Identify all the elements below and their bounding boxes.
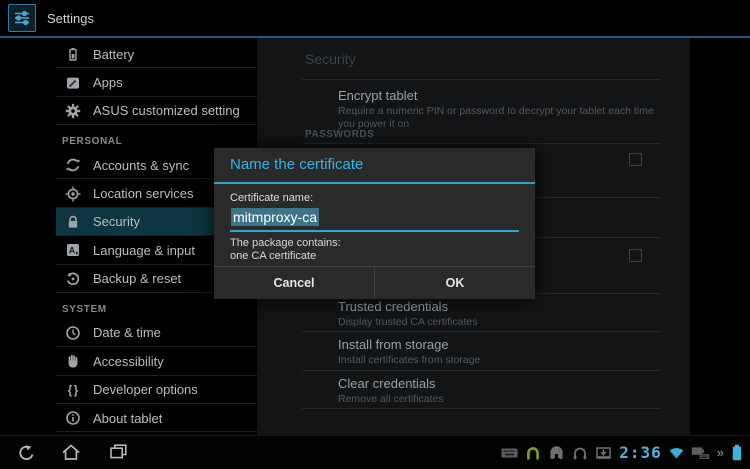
- pref-title: Trusted credentials: [338, 299, 660, 314]
- sidebar-item-label: Accounts & sync: [93, 158, 189, 173]
- dialog-title: Name the certificate: [214, 148, 535, 182]
- headset-icon: [572, 445, 588, 461]
- credential-storage-rows: Trusted credentials Display trusted CA c…: [302, 293, 660, 409]
- pref-subtitle: Install certificates from storage: [338, 354, 660, 367]
- braces-icon: { }: [64, 381, 81, 398]
- system-bar: 2:36 »: [0, 435, 750, 469]
- apps-icon: [64, 74, 81, 91]
- clock-time: 2:36: [619, 443, 662, 462]
- ok-button[interactable]: OK: [374, 267, 535, 299]
- sidebar-item-label: Apps: [93, 75, 123, 90]
- battery-icon: [64, 46, 81, 63]
- status-tray[interactable]: 2:36 »: [501, 436, 743, 469]
- headphones-icon: [548, 445, 565, 461]
- page-title: Settings: [47, 11, 94, 26]
- pref-trusted-credentials[interactable]: Trusted credentials Display trusted CA c…: [302, 294, 660, 332]
- sidebar-item-label: Security: [93, 214, 140, 229]
- package-contents-line: one CA certificate: [230, 250, 519, 263]
- sidebar-item-label: Developer options: [93, 382, 198, 397]
- pref-title: Encrypt tablet: [338, 88, 660, 103]
- dialog-button-bar: Cancel OK: [214, 266, 535, 299]
- clock-icon: [64, 324, 81, 341]
- sidebar-item-developer-options[interactable]: { } Developer options: [56, 376, 257, 404]
- sliders-icon: [13, 9, 31, 27]
- sidebar-item-battery[interactable]: Battery: [56, 40, 257, 68]
- name-certificate-dialog: Name the certificate Certificate name: m…: [214, 148, 535, 299]
- sidebar-item-label: Date & time: [93, 325, 161, 340]
- back-icon: [17, 443, 36, 462]
- download-tray-icon: [595, 445, 612, 461]
- pref-title: Install from storage: [338, 337, 660, 352]
- pref-title: Clear credentials: [338, 376, 660, 391]
- home-icon: [61, 443, 81, 462]
- make-passwords-visible-checkbox[interactable]: [629, 153, 642, 166]
- sidebar-item-label: Accessibility: [93, 354, 164, 369]
- language-icon: A: [64, 242, 81, 259]
- back-button[interactable]: [16, 443, 36, 462]
- wifi-icon: [669, 446, 684, 459]
- pref-clear-credentials[interactable]: Clear credentials Remove all certificate…: [302, 371, 660, 409]
- action-bar: Settings: [0, 0, 750, 36]
- sidebar-item-date-time[interactable]: Date & time: [56, 319, 257, 347]
- certificate-name-input[interactable]: mitmproxy-ca: [230, 207, 519, 232]
- location-icon: [64, 185, 81, 202]
- content-title: Security: [302, 38, 660, 80]
- sidebar-item-label: Language & input: [93, 243, 195, 258]
- home-button[interactable]: [61, 443, 81, 462]
- chevrons-icon: »: [717, 446, 724, 459]
- recent-apps-button[interactable]: [108, 443, 128, 462]
- sidebar-item-label: Backup & reset: [93, 271, 181, 286]
- usb-debugging-android-icon: [525, 445, 541, 461]
- pref-subtitle: Display trusted CA certificates: [338, 316, 660, 329]
- sidebar-item-label: Location services: [93, 186, 193, 201]
- settings-screen: Settings Battery Apps ASUS customize: [0, 0, 750, 469]
- pref-subtitle: Remove all certificates: [338, 393, 660, 406]
- selected-input-text: mitmproxy-ca: [231, 208, 319, 226]
- sidebar-item-label: Battery: [93, 47, 134, 62]
- recents-icon: [109, 443, 128, 462]
- gear-icon: [64, 102, 81, 119]
- backup-icon: [64, 270, 81, 287]
- lock-icon: [64, 213, 81, 230]
- sidebar-item-label: About tablet: [93, 411, 162, 426]
- sidebar-item-about-tablet[interactable]: About tablet: [56, 404, 257, 432]
- accessibility-hand-icon: [64, 353, 81, 370]
- keyboard-icon: [501, 447, 518, 459]
- certificate-name-label: Certificate name:: [230, 192, 519, 204]
- sync-icon: [64, 157, 81, 174]
- dialog-body: Certificate name: mitmproxy-ca The packa…: [214, 184, 535, 266]
- unknown-sources-checkbox[interactable]: [629, 249, 642, 262]
- settings-app-icon[interactable]: [8, 4, 36, 32]
- cancel-button[interactable]: Cancel: [214, 267, 374, 299]
- sidebar-item-accessibility[interactable]: Accessibility: [56, 347, 257, 375]
- info-icon: [64, 410, 81, 427]
- package-contains-line: The package contains:: [230, 237, 519, 250]
- sidebar-item-label: ASUS customized setting: [93, 103, 240, 118]
- sidebar-item-asus-customized-setting[interactable]: ASUS customized setting: [56, 97, 257, 125]
- dock-battery-icon: [691, 445, 710, 460]
- pref-encrypt-tablet[interactable]: Encrypt tablet Require a numeric PIN or …: [302, 80, 660, 125]
- sidebar-item-apps[interactable]: Apps: [56, 68, 257, 96]
- pref-install-from-storage[interactable]: Install from storage Install certificate…: [302, 332, 660, 370]
- battery-icon-status: [731, 444, 743, 461]
- svg-text:A: A: [68, 246, 75, 256]
